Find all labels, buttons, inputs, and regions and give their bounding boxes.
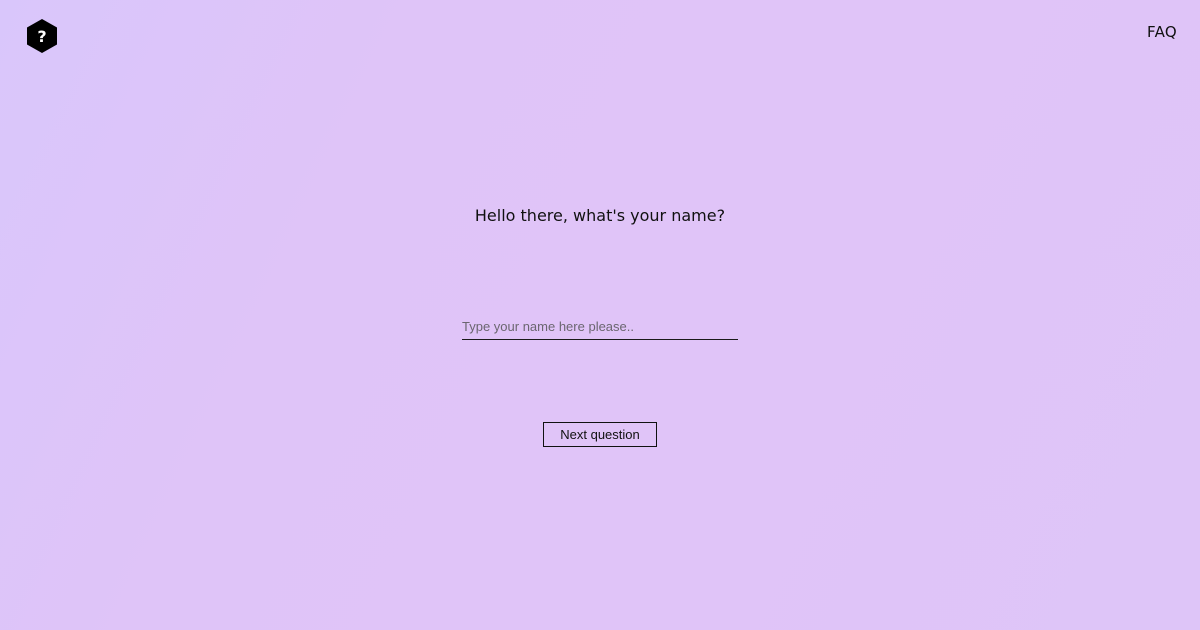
- next-question-button[interactable]: Next question: [543, 422, 657, 447]
- question-hexagon-icon: ?: [27, 19, 57, 53]
- faq-link[interactable]: FAQ: [1147, 23, 1177, 41]
- logo-glyph: ?: [37, 27, 46, 46]
- question-heading: Hello there, what's your name?: [474, 206, 726, 225]
- logo[interactable]: ?: [25, 18, 59, 54]
- name-input[interactable]: [462, 314, 738, 340]
